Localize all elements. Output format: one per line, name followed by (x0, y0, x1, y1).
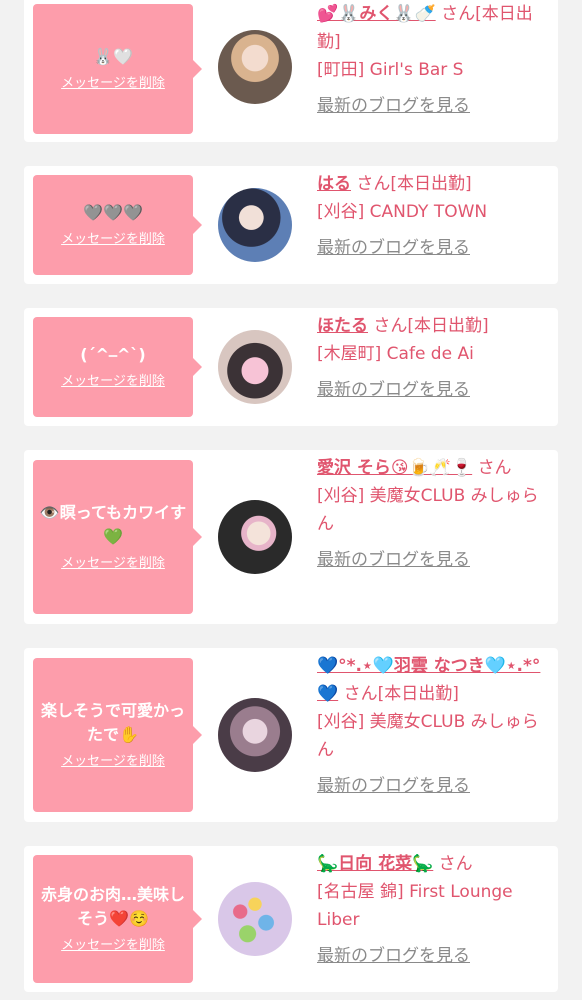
cast-info: 💕🐰みく🐰🍼 さん[本日出勤] [町田] Girl's Bar S 最新のブログ… (317, 0, 544, 120)
cast-info: 🦕日向 花菜🦕 さん [名古屋 錦] First Lounge Liber 最新… (317, 850, 544, 970)
latest-blog-link[interactable]: 最新のブログを見る (317, 376, 544, 404)
avatar[interactable] (218, 500, 292, 574)
shop-name: [町田] Girl's Bar S (317, 60, 464, 80)
shop-name: [刈谷] CANDY TOWN (317, 202, 488, 222)
shop-name: [木屋町] Cafe de Ai (317, 344, 474, 364)
delete-message-link[interactable]: メッセージを削除 (61, 937, 165, 955)
message-text: 🩶🩶🩶 (83, 203, 143, 222)
cast-status: さん[本日出勤] (343, 684, 459, 704)
message-bubble: 🩶🩶🩶 メッセージを削除 (33, 175, 202, 275)
cast-status: さん (438, 854, 473, 874)
cast-name-link[interactable]: 💕🐰みく🐰🍼 (317, 4, 436, 24)
delete-message-link[interactable]: メッセージを削除 (61, 75, 165, 93)
cast-info: 愛沢 そら😘🍺🥂🍷 さん [刈谷] 美魔女CLUB みしゅらん 最新のブログを見… (317, 454, 544, 574)
delete-message-link[interactable]: メッセージを削除 (61, 231, 165, 249)
delete-message-link[interactable]: メッセージを削除 (61, 753, 165, 771)
avatar[interactable] (218, 882, 292, 956)
cast-status: さん[本日出勤] (373, 316, 489, 336)
message-text: 赤身のお肉…美味しそう❤️☺️ (40, 885, 185, 928)
latest-blog-link[interactable]: 最新のブログを見る (317, 92, 544, 120)
message-bubble: 赤身のお肉…美味しそう❤️☺️ メッセージを削除 (33, 855, 202, 983)
message-card: 👁️瞑ってもカワイす💚 メッセージを削除 愛沢 そら😘🍺🥂🍷 さん [刈谷] 美… (24, 450, 558, 624)
cast-status: さん (477, 458, 512, 478)
latest-blog-link[interactable]: 最新のブログを見る (317, 234, 544, 262)
shop-name: [刈谷] 美魔女CLUB みしゅらん (317, 486, 539, 534)
avatar[interactable] (218, 30, 292, 104)
delete-message-link[interactable]: メッセージを削除 (61, 373, 165, 391)
message-card: 楽しそうで可愛かったで✋ メッセージを削除 💙°*.⋆🩵羽雲 なつき🩵⋆.*°💙… (24, 648, 558, 822)
message-text: (ˊ^⎯^ˋ) (80, 345, 146, 364)
cast-name-link[interactable]: 愛沢 そら😘🍺🥂🍷 (317, 458, 472, 478)
cast-info: ほたる さん[本日出勤] [木屋町] Cafe de Ai 最新のブログを見る (317, 312, 544, 404)
message-text: 楽しそうで可愛かったで✋ (40, 701, 185, 744)
message-bubble: 👁️瞑ってもカワイす💚 メッセージを削除 (33, 460, 202, 614)
message-card: 🐰🤍 メッセージを削除 💕🐰みく🐰🍼 さん[本日出勤] [町田] Girl's … (24, 0, 558, 142)
latest-blog-link[interactable]: 最新のブログを見る (317, 772, 544, 800)
shop-name: [名古屋 錦] First Lounge Liber (317, 882, 513, 930)
message-text: 🐰🤍 (93, 47, 133, 66)
avatar[interactable] (218, 188, 292, 262)
latest-blog-link[interactable]: 最新のブログを見る (317, 942, 544, 970)
cast-info: はる さん[本日出勤] [刈谷] CANDY TOWN 最新のブログを見る (317, 170, 544, 262)
cast-name-link[interactable]: ほたる (317, 316, 368, 336)
delete-message-link[interactable]: メッセージを削除 (61, 555, 165, 573)
message-bubble: 楽しそうで可愛かったで✋ メッセージを削除 (33, 658, 202, 812)
latest-blog-link[interactable]: 最新のブログを見る (317, 546, 544, 574)
avatar[interactable] (218, 698, 292, 772)
message-card: (ˊ^⎯^ˋ) メッセージを削除 ほたる さん[本日出勤] [木屋町] Cafe… (24, 308, 558, 426)
message-card: 赤身のお肉…美味しそう❤️☺️ メッセージを削除 🦕日向 花菜🦕 さん [名古屋… (24, 846, 558, 992)
cast-info: 💙°*.⋆🩵羽雲 なつき🩵⋆.*°💙 さん[本日出勤] [刈谷] 美魔女CLUB… (317, 652, 544, 800)
cast-status: さん[本日出勤] (356, 174, 472, 194)
avatar[interactable] (218, 330, 292, 404)
message-card: 🩶🩶🩶 メッセージを削除 はる さん[本日出勤] [刈谷] CANDY TOWN… (24, 166, 558, 284)
message-list: 🐰🤍 メッセージを削除 💕🐰みく🐰🍼 さん[本日出勤] [町田] Girl's … (0, 0, 582, 1000)
message-bubble: 🐰🤍 メッセージを削除 (33, 4, 202, 134)
message-text: 👁️瞑ってもカワイす💚 (39, 503, 187, 546)
message-bubble: (ˊ^⎯^ˋ) メッセージを削除 (33, 317, 202, 417)
cast-name-link[interactable]: 🦕日向 花菜🦕 (317, 854, 433, 874)
cast-name-link[interactable]: はる (317, 174, 351, 194)
shop-name: [刈谷] 美魔女CLUB みしゅらん (317, 712, 539, 760)
